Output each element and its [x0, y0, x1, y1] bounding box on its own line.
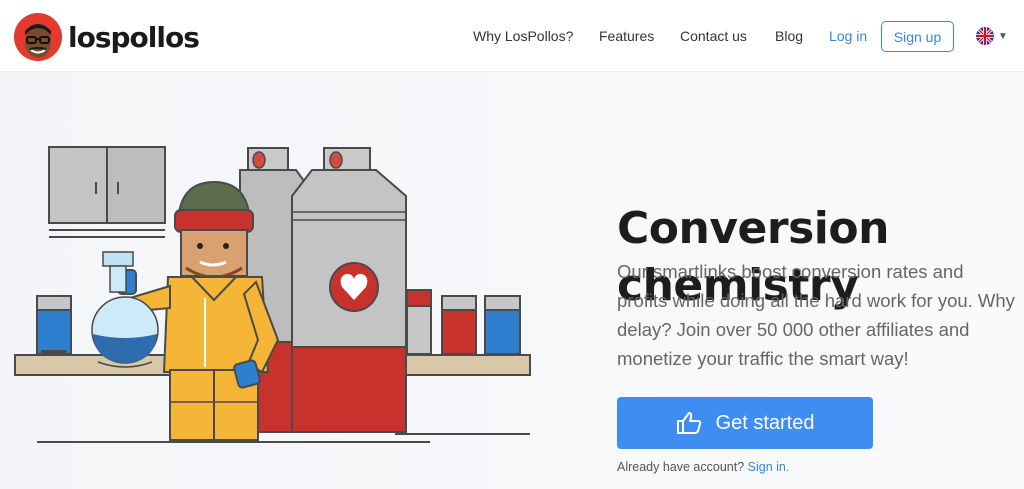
flask-graphic: [91, 251, 159, 368]
hero-description: Our smartlinks boost conversion rates an…: [617, 261, 1015, 369]
hero-title-line1: Conversion: [617, 203, 889, 254]
cabinet-graphic: [48, 146, 166, 238]
beaker-graphic: [441, 295, 477, 355]
beaker-graphic: [484, 295, 521, 355]
uk-flag-icon: [976, 27, 994, 45]
nav-features[interactable]: Features: [599, 28, 654, 44]
signin-link[interactable]: Sign in.: [748, 460, 790, 474]
gas-tank-front: [291, 147, 407, 433]
account-prompt: Already have account? Sign in.: [617, 460, 789, 474]
mascot-face-icon: [14, 13, 62, 61]
nav-contact-us[interactable]: Contact us: [680, 28, 747, 44]
get-started-label: Get started: [715, 411, 815, 434]
account-text: Already have account?: [617, 460, 745, 474]
language-selector[interactable]: ▼: [976, 27, 1008, 45]
signup-button[interactable]: Sign up: [881, 21, 954, 52]
logo[interactable]: lospollos: [14, 12, 200, 62]
login-link[interactable]: Log in: [829, 28, 867, 44]
beaker-graphic: [36, 295, 72, 356]
header: lospollos Why LosPollos? Features Contac…: [0, 0, 1024, 72]
thumbs-up-icon: [676, 412, 701, 434]
logo-avatar: [14, 13, 62, 61]
chevron-down-icon: ▼: [998, 30, 1008, 42]
lab-illustration: [14, 146, 531, 443]
nav-why-lospollos[interactable]: Why LosPollos?: [473, 28, 573, 44]
get-started-button[interactable]: Get started: [617, 397, 873, 449]
nav-blog[interactable]: Blog: [775, 28, 803, 44]
logo-text: lospollos: [68, 20, 200, 54]
